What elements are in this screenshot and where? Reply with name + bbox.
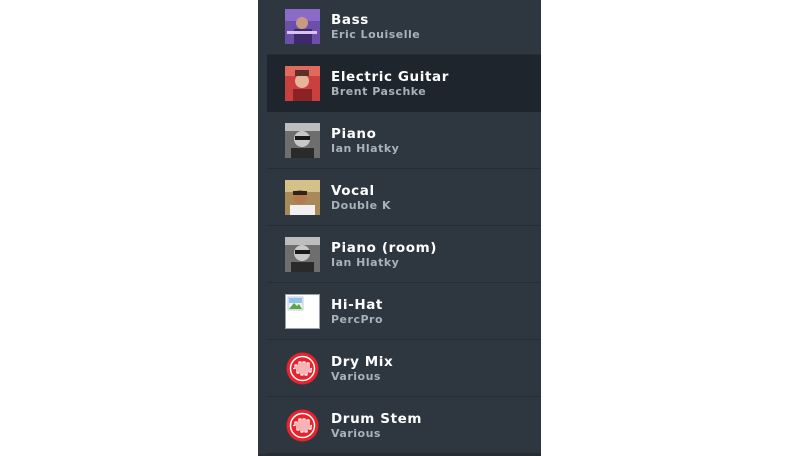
track-item-piano[interactable]: Piano Ian Hlatky	[267, 112, 541, 169]
waveform-logo-icon	[285, 408, 320, 443]
track-artist: Various	[331, 426, 381, 440]
track-title: Vocal	[331, 182, 375, 199]
bass-avatar	[285, 8, 320, 44]
track-item-vocal[interactable]: Vocal Double K	[267, 169, 541, 226]
track-item-dry-mix[interactable]: Dry Mix Various	[267, 340, 541, 397]
track-title: Drum Stem	[331, 410, 423, 427]
track-item-electric-guitar[interactable]: Electric Guitar Brent Paschke	[267, 55, 541, 112]
track-artist: Ian Hlatky	[331, 141, 400, 155]
waveform-logo-icon	[285, 351, 320, 386]
track-artist: Eric Louiselle	[331, 27, 421, 41]
track-list-panel: Bass Eric Louiselle Electric Guitar Bren…	[258, 0, 541, 456]
track-title: Hi-Hat	[331, 296, 383, 313]
track-artist: Double K	[331, 198, 391, 212]
track-item-piano-room[interactable]: Piano (room) Ian Hlatky	[267, 226, 541, 283]
piano-room-avatar	[285, 236, 320, 272]
track-item-bass[interactable]: Bass Eric Louiselle	[267, 0, 541, 55]
track-artist: Various	[331, 369, 381, 383]
track-title: Dry Mix	[331, 353, 394, 370]
track-item-hi-hat[interactable]: Hi-Hat PercPro	[267, 283, 541, 340]
electric-guitar-avatar	[285, 65, 320, 101]
track-title: Piano (room)	[331, 239, 438, 256]
track-item-drum-stem[interactable]: Drum Stem Various	[267, 397, 541, 454]
track-title: Bass	[331, 11, 369, 28]
track-artist: Brent Paschke	[331, 84, 427, 98]
vocal-avatar	[285, 179, 320, 215]
track-artist: PercPro	[331, 312, 384, 326]
broken-image-icon	[285, 293, 320, 329]
piano-avatar	[285, 122, 320, 158]
track-artist: Ian Hlatky	[331, 255, 400, 269]
track-title: Electric Guitar	[331, 68, 449, 85]
track-title: Piano	[331, 125, 377, 142]
